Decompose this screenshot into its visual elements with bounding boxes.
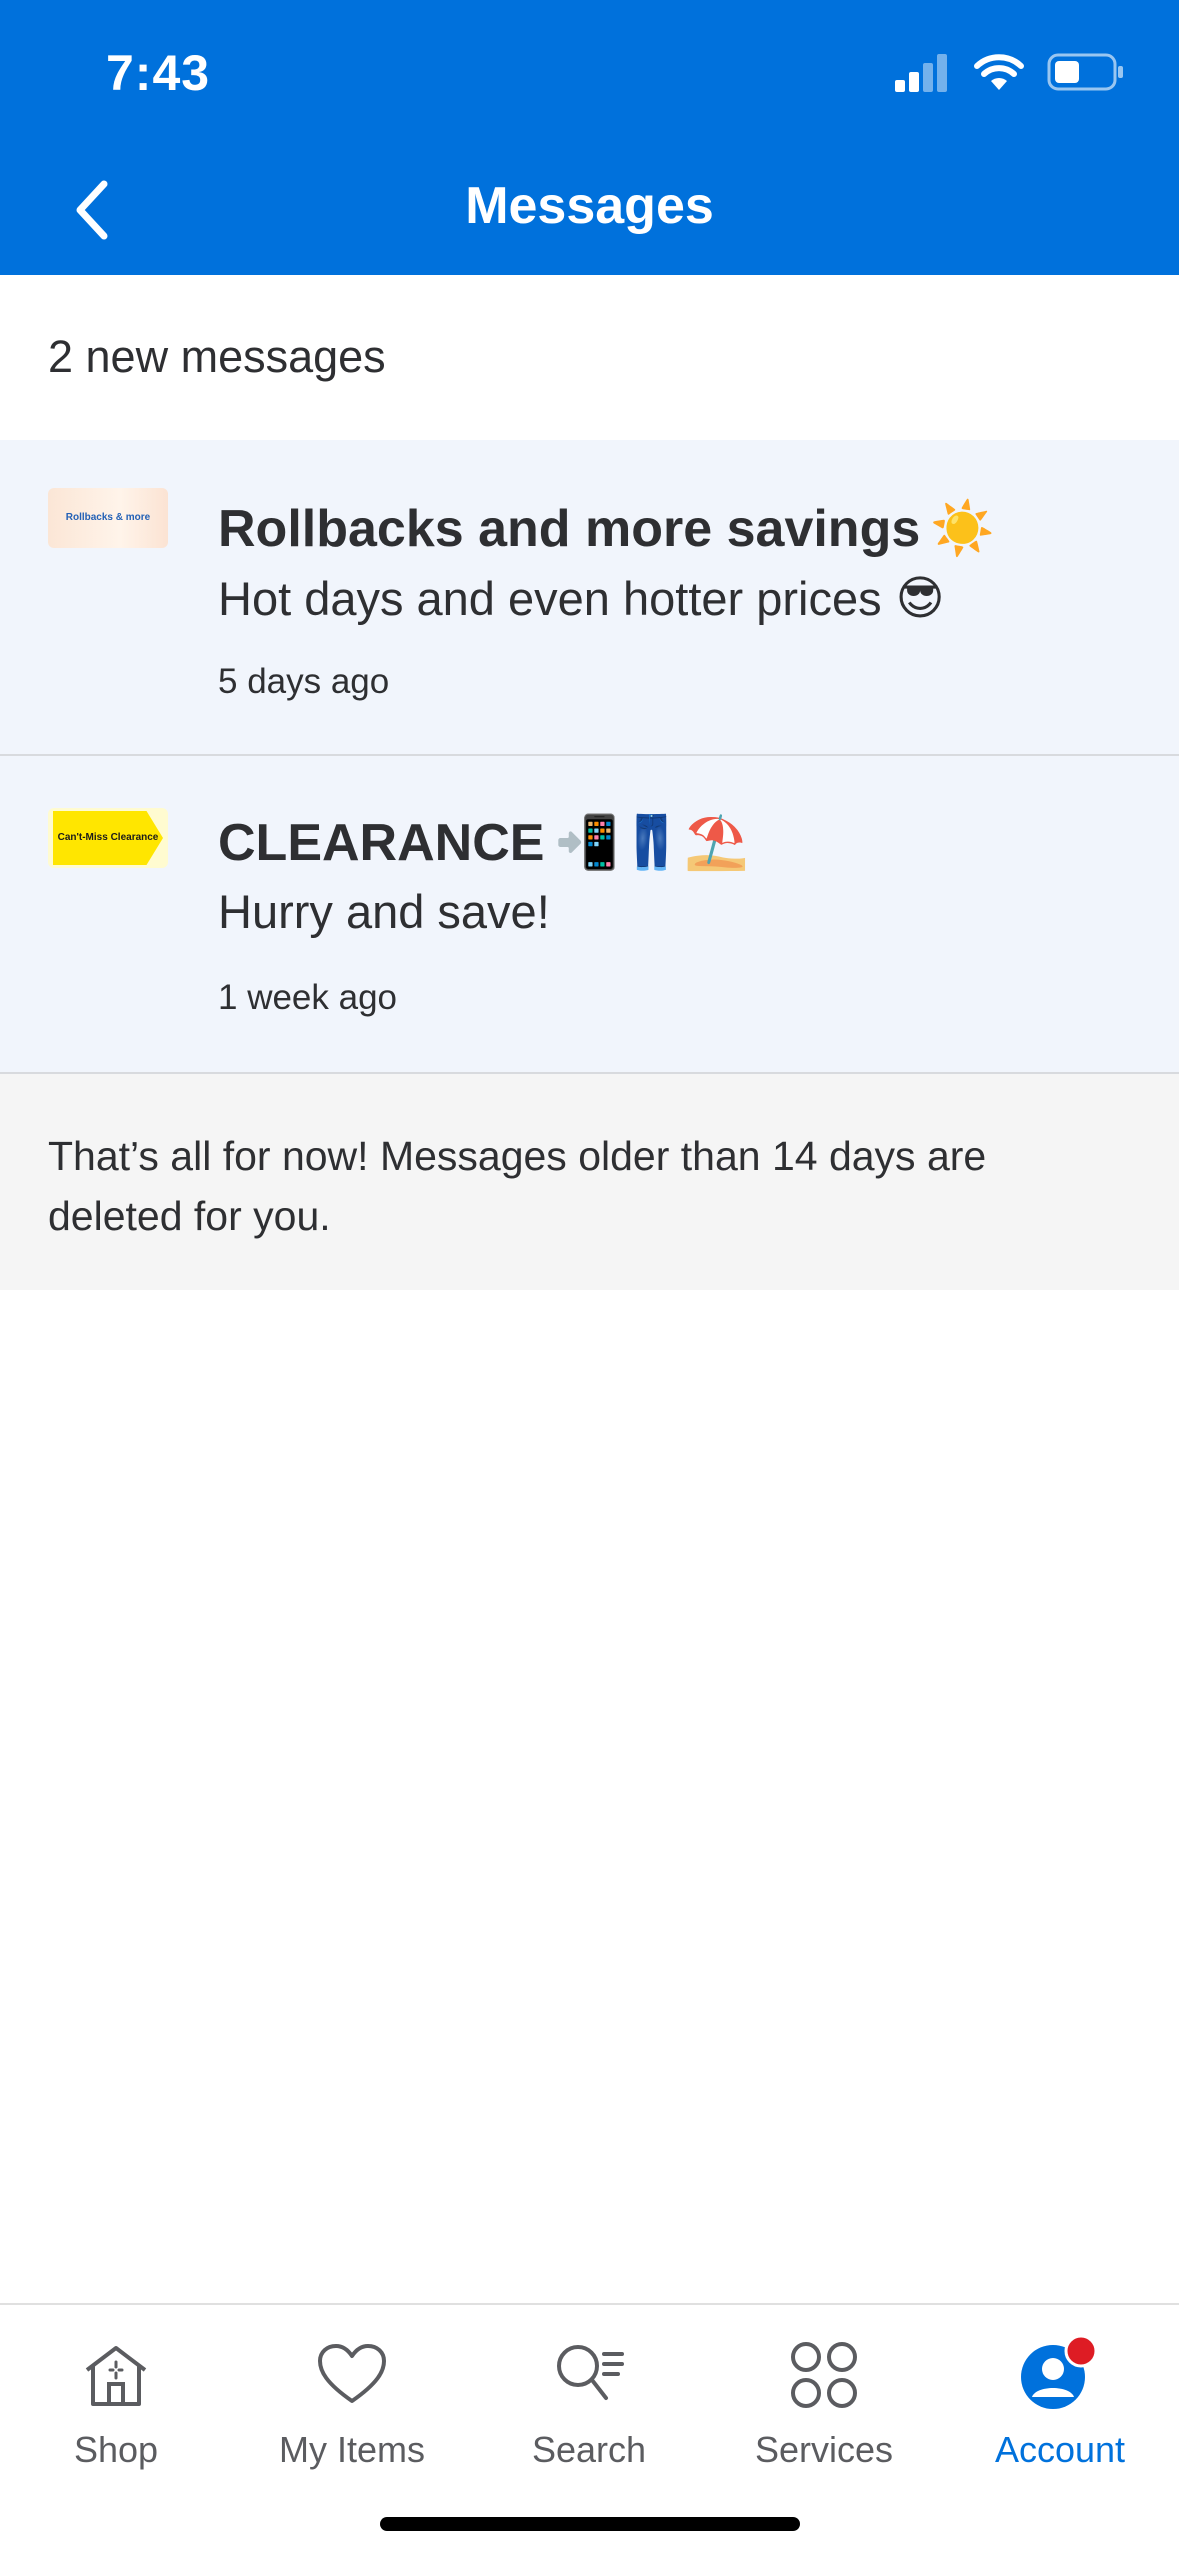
header: 7:43 Messages	[0, 0, 1179, 275]
tab-label: Search	[531, 2429, 647, 2470]
message-item-clearance[interactable]: Can't-Miss Clearance CLEARANCE 📲👖⛱️ Hurr…	[0, 756, 1179, 1074]
tab-account[interactable]: Account	[960, 2335, 1160, 2471]
message-body-text: Hot days and even hotter prices	[218, 571, 882, 625]
message-body-text: Hurry and save!	[218, 885, 550, 938]
tab-search[interactable]: Search	[489, 2335, 689, 2471]
services-icon	[791, 2342, 857, 2408]
message-title-text: Rollbacks and more savings	[218, 499, 921, 558]
heart-icon	[318, 2344, 386, 2403]
message-title-text: CLEARANCE	[218, 813, 545, 872]
message-body: Hurry and save!	[218, 884, 550, 939]
wifi-icon	[974, 54, 1024, 90]
message-thumbnail: Can't-Miss Clearance	[48, 808, 168, 868]
status-time: 7:43	[106, 45, 211, 101]
thumbnail-text: Rollbacks & more	[65, 512, 151, 523]
thumbnail-text: Can't-Miss Clearance	[57, 832, 159, 843]
shop-icon	[85, 2346, 147, 2406]
new-messages-count: 2 new messages	[48, 331, 386, 382]
message-title: Rollbacks and more savings ☀️	[218, 498, 995, 559]
tab-label: My Items	[278, 2429, 425, 2470]
account-icon	[1021, 2335, 1098, 2409]
tab-label: Shop	[73, 2429, 159, 2470]
search-icon	[557, 2345, 624, 2400]
end-of-messages-note: That’s all for now! Messages older than …	[0, 1074, 1179, 1290]
home-indicator[interactable]	[380, 2517, 800, 2531]
tab-my-items[interactable]: My Items	[252, 2335, 452, 2471]
tab-shop[interactable]: Shop	[16, 2335, 216, 2471]
tab-label: Services	[754, 2429, 894, 2470]
message-body: Hot days and even hotter prices 😎	[218, 570, 945, 626]
new-messages-count-row: 2 new messages	[0, 275, 1179, 440]
title-emojis: 📲👖⛱️	[554, 814, 749, 872]
tab-label: Account	[994, 2429, 1126, 2470]
message-timestamp: 5 days ago	[218, 662, 390, 701]
tab-services[interactable]: Services	[724, 2335, 924, 2471]
clearance-tag-icon: Can't-Miss Clearance	[53, 811, 163, 865]
message-thumbnail: Rollbacks & more	[48, 488, 168, 548]
sun-emoji: ☀️	[930, 500, 996, 558]
note-text: That’s all for now! Messages older than …	[48, 1133, 987, 1239]
notification-badge	[1064, 2335, 1098, 2368]
status-icons	[893, 52, 1125, 92]
signal-icon	[895, 54, 947, 92]
sunglasses-emoji: 😎	[895, 571, 945, 624]
message-title: CLEARANCE 📲👖⛱️	[218, 812, 749, 873]
message-timestamp: 1 week ago	[218, 978, 398, 1017]
page-title: Messages	[465, 177, 714, 235]
message-item-rollbacks[interactable]: Rollbacks & more Rollbacks and more savi…	[0, 440, 1179, 756]
battery-icon	[1047, 53, 1123, 91]
